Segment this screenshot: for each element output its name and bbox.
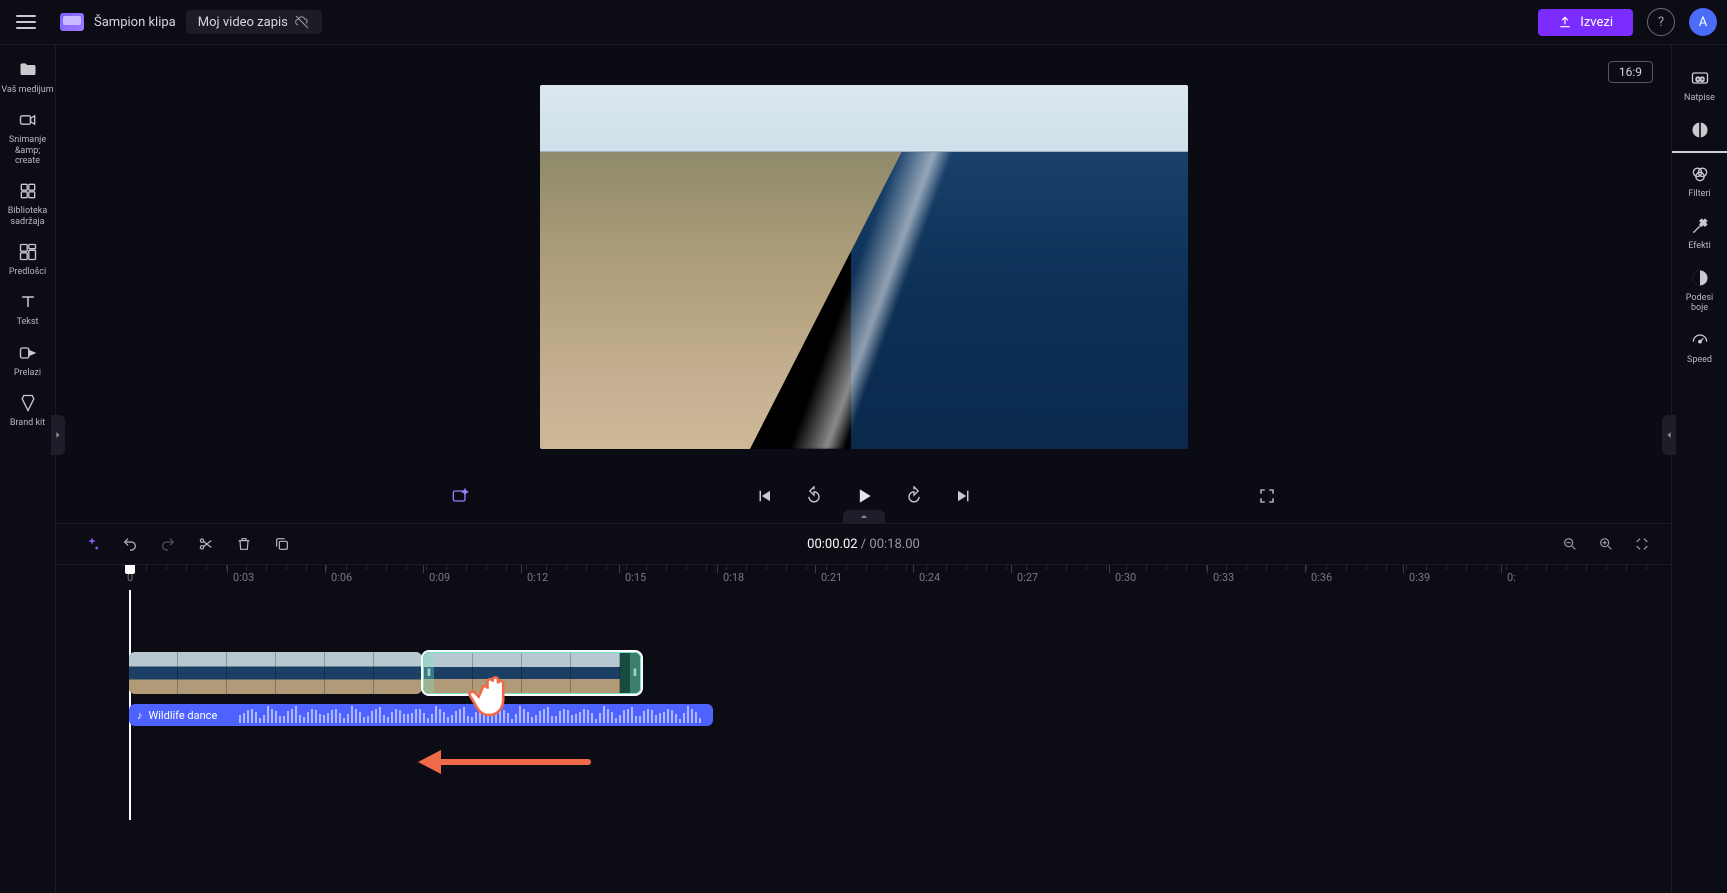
skip-start-button[interactable] <box>752 484 776 508</box>
right-item-effects[interactable]: Efekti <box>1672 205 1727 257</box>
video-clip-2-selected[interactable]: ‖ ‖ <box>423 652 641 694</box>
timeline-timecode: 00:00.02 / 00:18.00 <box>807 537 920 552</box>
clip-trim-handle-left[interactable]: ‖ <box>424 653 434 693</box>
sidebar-right-collapse[interactable] <box>1662 415 1676 455</box>
right-item-adjust-colors[interactable]: Podesi boje <box>1672 257 1727 319</box>
right-item-speed[interactable]: Speed <box>1672 319 1727 371</box>
sidebar-item-media[interactable]: Vaš medijum <box>0 51 56 101</box>
zoom-out-button[interactable] <box>1559 533 1581 555</box>
library-icon <box>0 180 56 202</box>
video-clip-1[interactable] <box>129 652 422 694</box>
menu-button[interactable] <box>10 6 42 38</box>
sidebar-item-brandkit[interactable]: Brand kit <box>0 384 56 434</box>
ai-enhance-button[interactable] <box>448 484 472 508</box>
audio-clip[interactable]: ♪ Wildlife dance <box>129 704 713 726</box>
help-button[interactable]: ? <box>1647 8 1675 36</box>
ai-tools-button[interactable] <box>80 532 104 556</box>
redo-button[interactable] <box>156 532 180 556</box>
adjust-colors-icon <box>1672 267 1727 289</box>
app-logo-icon <box>60 13 84 31</box>
duplicate-button[interactable] <box>270 532 294 556</box>
delete-button[interactable] <box>232 532 256 556</box>
video-preview[interactable] <box>56 45 1671 469</box>
export-button[interactable]: Izvezi <box>1538 9 1633 36</box>
right-item-label: Speed <box>1672 355 1727 365</box>
music-note-icon: ♪ <box>137 709 143 722</box>
aspect-ratio-select[interactable]: 16:9 <box>1608 61 1653 83</box>
captions-icon: CC <box>1672 67 1727 89</box>
speed-icon <box>1672 329 1727 351</box>
cloud-sync-off-icon <box>294 14 310 30</box>
right-item-label: Filteri <box>1672 189 1727 199</box>
sidebar-item-label: Prelazi <box>0 368 56 378</box>
timeline-resize-handle[interactable] <box>843 510 885 524</box>
svg-text:CC: CC <box>1695 75 1704 83</box>
audio-clip-title: Wildlife dance <box>149 709 218 722</box>
right-item-transitions[interactable] <box>1672 109 1727 153</box>
brandkit-icon <box>0 392 56 414</box>
sidebar-right: CC Natpise Filteri Efekti Podesi boje <box>1671 45 1727 893</box>
sidebar-item-label: Tekst <box>0 317 56 327</box>
sidebar-item-label: Predlošci <box>0 267 56 277</box>
sidebar-item-label: Brand kit <box>0 418 56 428</box>
sidebar-item-record[interactable]: Snimanje &amp; create <box>0 101 56 172</box>
skip-end-button[interactable] <box>952 484 976 508</box>
sidebar-item-label: Vaš medijum <box>0 85 56 95</box>
timeline-tracks[interactable]: ‖ ‖ ♪ Wildlife dance <box>56 590 1671 820</box>
zoom-in-button[interactable] <box>1595 533 1617 555</box>
text-icon <box>0 291 56 313</box>
split-button[interactable] <box>194 532 218 556</box>
timeline-ruler[interactable]: 00:030:060:090:120:150:180:210:240:270:3… <box>56 564 1671 590</box>
sidebar-item-transitions[interactable]: Prelazi <box>0 334 56 384</box>
seek-back-button[interactable] <box>802 484 826 508</box>
right-item-label: Natpise <box>1672 93 1727 103</box>
right-item-filters[interactable]: Filteri <box>1672 153 1727 205</box>
video-frame <box>540 85 1188 449</box>
upload-icon <box>1558 15 1572 29</box>
sidebar-item-label: Biblioteka sadržaja <box>0 206 56 227</box>
sidebar-item-text[interactable]: Tekst <box>0 283 56 333</box>
annotation-arrow-icon <box>413 742 593 782</box>
brand-title: Šampion klipa <box>94 15 176 30</box>
camera-icon <box>0 109 56 131</box>
right-item-captions[interactable]: CC Natpise <box>1672 57 1727 109</box>
filters-icon <box>1672 163 1727 185</box>
effects-icon <box>1672 215 1727 237</box>
user-avatar[interactable]: A <box>1689 8 1717 36</box>
project-name[interactable]: Moj video zapis <box>186 10 322 34</box>
templates-icon <box>0 241 56 263</box>
right-item-label: Efekti <box>1672 241 1727 251</box>
export-label: Izvezi <box>1580 15 1613 30</box>
seek-forward-button[interactable] <box>902 484 926 508</box>
undo-button[interactable] <box>118 532 142 556</box>
zoom-fit-button[interactable] <box>1631 533 1653 555</box>
sidebar-item-templates[interactable]: Predlošci <box>0 233 56 283</box>
fullscreen-button[interactable] <box>1255 484 1279 508</box>
play-button[interactable] <box>852 484 876 508</box>
project-name-label: Moj video zapis <box>198 15 288 30</box>
sidebar-left: Vaš medijum Snimanje &amp; create Biblio… <box>0 45 56 893</box>
transitions-icon <box>0 342 56 364</box>
sidebar-item-library[interactable]: Biblioteka sadržaja <box>0 172 56 233</box>
clip-trim-handle-right[interactable]: ‖ <box>630 653 640 693</box>
folder-icon <box>0 59 56 81</box>
right-item-label: Podesi boje <box>1672 293 1727 313</box>
sidebar-item-label: Snimanje &amp; create <box>0 135 56 166</box>
transition-split-icon <box>1672 119 1727 141</box>
